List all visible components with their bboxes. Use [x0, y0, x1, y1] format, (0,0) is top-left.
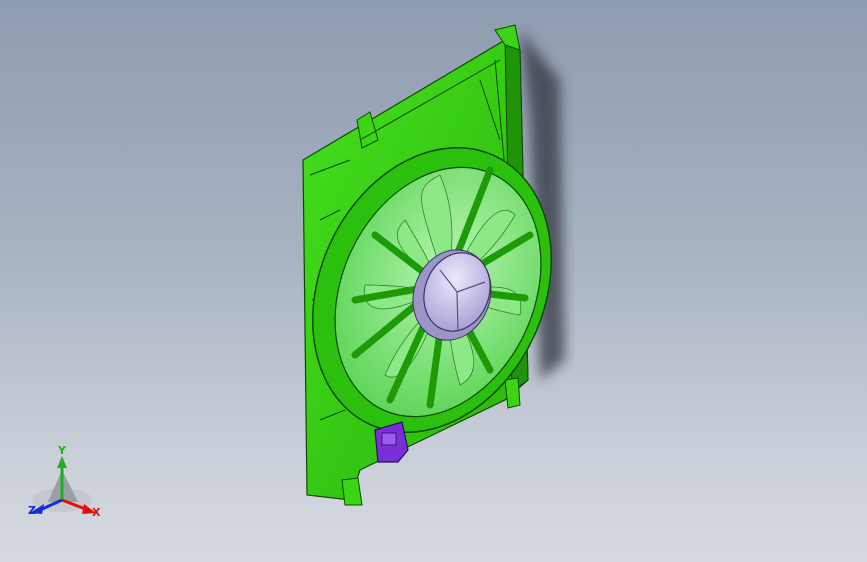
y-axis-arrow-icon	[57, 456, 67, 468]
right-lower-tab	[504, 377, 521, 409]
graphics-viewport[interactable]: Y X Z	[0, 0, 867, 562]
connector-latch	[381, 432, 397, 446]
y-axis-label: Y	[57, 444, 67, 457]
bottom-mount-tab	[341, 477, 363, 506]
fan-shroud-model[interactable]	[0, 0, 867, 562]
x-axis-label: X	[92, 506, 101, 519]
z-axis-label: Z	[28, 504, 36, 517]
view-orientation-triad[interactable]: Y X Z	[0, 440, 110, 550]
